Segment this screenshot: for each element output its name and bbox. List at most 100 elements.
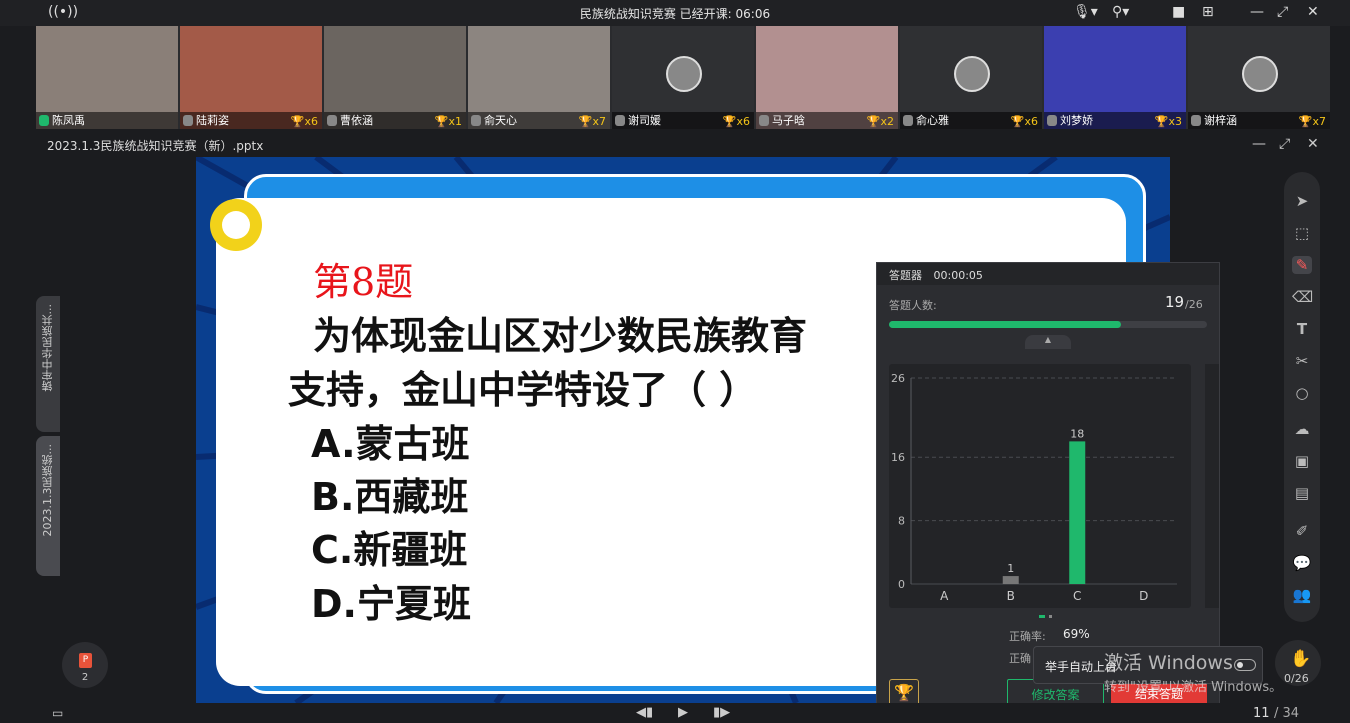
page-dot-active[interactable] — [1039, 615, 1045, 618]
panel-header: 答题器 00:00:05 — [877, 263, 1219, 285]
doc-minimize-icon[interactable]: — — [1252, 136, 1266, 152]
mic-status-icon — [1047, 115, 1057, 126]
raise-hand-counter-button[interactable]: ✋ 0/26 — [1275, 640, 1321, 686]
minimize-icon[interactable]: — — [1250, 4, 1264, 20]
panel-timer: 00:00:05 — [933, 269, 983, 282]
play-icon[interactable]: ▶ — [678, 705, 688, 720]
participant-tile[interactable]: 马子晗 🏆x2 — [756, 26, 898, 129]
x-tick-label: C — [1073, 589, 1081, 603]
option-b: B.西藏班 — [311, 475, 469, 519]
panel-title: 答题器 — [889, 269, 922, 282]
window-title: 民族统战知识竞赛 已经开课: 06:06 — [579, 7, 771, 21]
question-number: 第8题 — [313, 260, 414, 304]
ppt-icon: P — [79, 653, 92, 668]
correct-rate-value: 69% — [1063, 627, 1090, 641]
collapse-handle[interactable]: ▲ — [1025, 335, 1071, 349]
select-area-icon[interactable]: ⬚ — [1292, 224, 1312, 242]
answered-count: 19 — [1165, 293, 1185, 311]
bar — [1002, 576, 1019, 584]
x-tick-label: D — [1139, 589, 1148, 603]
mic-status-icon — [1191, 115, 1201, 126]
participant-name: 陈凤禹 — [36, 112, 178, 129]
users-icon[interactable]: 👥 — [1292, 586, 1312, 604]
pointer-icon[interactable]: ➤ — [1292, 192, 1312, 210]
participant-tile[interactable]: 谢司媛 🏆x6 — [612, 26, 754, 129]
participant-tile[interactable]: 谢梓涵 🏆x7 — [1188, 26, 1330, 129]
answered-progress-fill — [889, 321, 1122, 328]
eraser-icon[interactable]: ⌫ — [1292, 288, 1313, 306]
answer-bar-chart: 0 8 16 26 A 1 B 18 C D — [891, 372, 1177, 603]
participant-tile[interactable]: 陈凤禹 — [36, 26, 178, 129]
text-icon[interactable]: T — [1292, 320, 1312, 338]
mic-status-icon — [39, 115, 49, 126]
participant-tile[interactable]: 俞心雅 🏆x6 — [900, 26, 1042, 129]
mic-status-icon — [759, 115, 769, 126]
total-pages: / 34 — [1274, 706, 1300, 721]
shape-icon[interactable]: ○ — [1292, 384, 1312, 402]
sidebar-toggle-icon[interactable]: ▭ — [52, 706, 63, 720]
camera-settings-icon[interactable]: ⚲▾ — [1112, 4, 1129, 20]
current-page: 11 — [1253, 706, 1270, 721]
data-label: 1 — [1007, 562, 1014, 575]
sidetab-label: 铸牢中华民族共... — [41, 304, 54, 392]
sidetab-doc-2[interactable]: 2023.1.3民族统... — [36, 436, 60, 576]
participant-tile[interactable]: 曹依涵 🏆x1 — [324, 26, 466, 129]
chat-icon[interactable]: 💬 — [1292, 554, 1312, 572]
trophy-count: 🏆x3 — [1154, 115, 1182, 128]
pen-icon[interactable]: ✎ — [1292, 256, 1312, 274]
cloud-icon[interactable]: ☁ — [1292, 420, 1312, 438]
y-tick-label: 26 — [891, 372, 905, 385]
page-dot[interactable] — [1049, 615, 1052, 618]
option-d: D.宁夏班 — [311, 582, 471, 626]
participant-tile[interactable]: 陆莉姿 🏆x6 — [180, 26, 322, 129]
participant-tile[interactable]: 俞天心 🏆x7 — [468, 26, 610, 129]
microphone-icon[interactable]: 🎙▾ — [1073, 4, 1098, 20]
option-a: A.蒙古班 — [311, 422, 470, 466]
participant-tile[interactable]: 刘梦娇 🏆x3 — [1044, 26, 1186, 129]
mic-status-icon — [471, 115, 481, 126]
close-icon[interactable]: ✕ — [1307, 4, 1319, 20]
activate-windows-watermark: 激活 Windows — [1104, 652, 1233, 674]
restore-icon[interactable]: ⤢ — [1277, 4, 1288, 20]
doc-close-icon[interactable]: ✕ — [1307, 136, 1319, 152]
annotation-toolbar: ➤ ⬚ ✎ ⌫ T ✂ ○ ☁ ▣ ▤ ✐ 💬 👥 — [1284, 172, 1320, 622]
y-tick-label: 16 — [891, 451, 905, 464]
mic-status-icon — [327, 115, 337, 126]
scissors-icon[interactable]: ✂ — [1292, 352, 1312, 370]
activate-windows-hint: 转到"设置"以激活 Windows。 — [1104, 680, 1283, 695]
ppt-list-button[interactable]: P 2 — [62, 642, 108, 688]
x-tick-label: A — [940, 589, 949, 603]
layout-icon[interactable]: ⊞ — [1202, 4, 1214, 20]
data-label: 18 — [1070, 427, 1084, 440]
participant-avatar — [666, 56, 702, 92]
raise-hand-toggle[interactable] — [1234, 659, 1256, 671]
doc-restore-icon[interactable]: ⤢ — [1279, 136, 1290, 152]
mic-status-icon — [615, 115, 625, 126]
trophy-count: 🏆x7 — [578, 115, 606, 128]
video-icon[interactable]: ■ — [1172, 4, 1185, 20]
next-slide-icon[interactable]: ▮▶ — [713, 705, 730, 720]
toolbox-icon[interactable]: ▣ — [1292, 452, 1312, 470]
prev-slide-icon[interactable]: ◀▮ — [636, 705, 653, 720]
document-title: 2023.1.3民族统战知识竞赛（新）.pptx — [47, 139, 264, 153]
trophy-count: 🏆x7 — [1298, 115, 1326, 128]
trophy-count: 🏆x6 — [1010, 115, 1038, 128]
x-tick-label: B — [1007, 589, 1015, 603]
clipboard-icon[interactable]: ▤ — [1292, 484, 1312, 502]
participant-avatar — [954, 56, 990, 92]
y-tick-label: 0 — [898, 578, 905, 591]
next-chart-peek — [1205, 364, 1219, 608]
video-strip: 陈凤禹 陆莉姿 🏆x6 曹依涵 🏆x1 俞天心 🏆x7 谢司媛 🏆x6 马子晗 🏆x2 俞心雅 🏆x6 刘… — [36, 26, 1330, 129]
trophy-count: 🏆x6 — [722, 115, 750, 128]
answered-progress — [889, 321, 1207, 328]
question-line-2: 支持，金山中学特设了（ ） — [288, 368, 758, 412]
sidetab-doc-1[interactable]: 铸牢中华民族共... — [36, 296, 60, 432]
bar — [1069, 441, 1086, 584]
correct-rate-label: 正确率: — [1009, 630, 1046, 643]
slide-decoration-ring — [210, 199, 262, 251]
question-line-1: 为体现金山区对少数民族教育 — [313, 314, 808, 358]
option-c: C.新疆班 — [311, 528, 468, 572]
hand-count: 0/26 — [1284, 672, 1309, 685]
trophy-count: 🏆x1 — [434, 115, 462, 128]
edit-icon[interactable]: ✐ — [1292, 522, 1312, 540]
